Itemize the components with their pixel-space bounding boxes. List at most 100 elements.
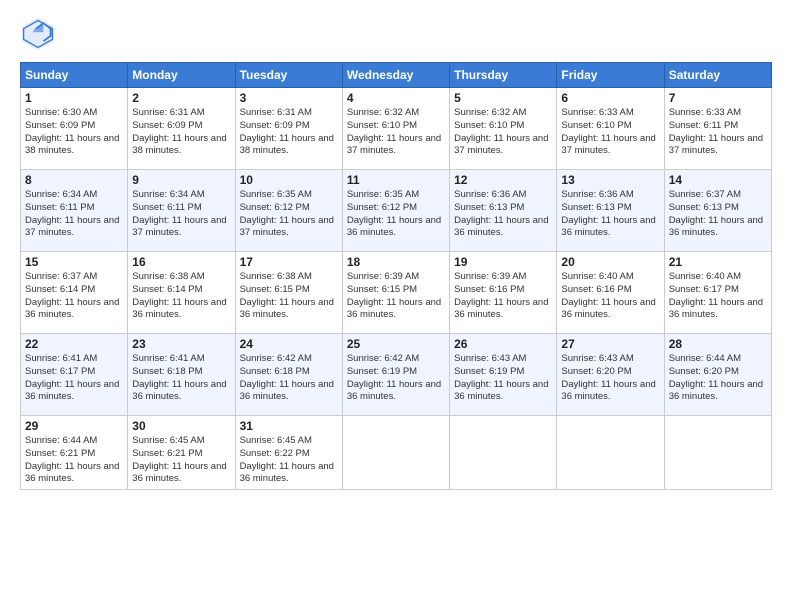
calendar-cell: 3 Sunrise: 6:31 AMSunset: 6:09 PMDayligh… [235,88,342,170]
calendar-cell: 8 Sunrise: 6:34 AMSunset: 6:11 PMDayligh… [21,170,128,252]
weekday-header-friday: Friday [557,63,664,88]
header [20,16,772,52]
calendar-cell: 12 Sunrise: 6:36 AMSunset: 6:13 PMDaylig… [450,170,557,252]
calendar-cell: 25 Sunrise: 6:42 AMSunset: 6:19 PMDaylig… [342,334,449,416]
day-number: 5 [454,91,552,105]
day-number: 21 [669,255,767,269]
weekday-header-row: SundayMondayTuesdayWednesdayThursdayFrid… [21,63,772,88]
page: SundayMondayTuesdayWednesdayThursdayFrid… [0,0,792,612]
day-number: 29 [25,419,123,433]
day-info: Sunrise: 6:32 AMSunset: 6:10 PMDaylight:… [454,107,548,156]
calendar-cell: 30 Sunrise: 6:45 AMSunset: 6:21 PMDaylig… [128,416,235,490]
day-number: 22 [25,337,123,351]
day-info: Sunrise: 6:41 AMSunset: 6:18 PMDaylight:… [132,353,226,402]
day-number: 8 [25,173,123,187]
calendar-cell: 31 Sunrise: 6:45 AMSunset: 6:22 PMDaylig… [235,416,342,490]
day-info: Sunrise: 6:38 AMSunset: 6:15 PMDaylight:… [240,271,334,320]
day-info: Sunrise: 6:32 AMSunset: 6:10 PMDaylight:… [347,107,441,156]
logo-icon [20,16,56,52]
day-number: 18 [347,255,445,269]
calendar-cell: 4 Sunrise: 6:32 AMSunset: 6:10 PMDayligh… [342,88,449,170]
day-number: 12 [454,173,552,187]
day-info: Sunrise: 6:35 AMSunset: 6:12 PMDaylight:… [347,189,441,238]
calendar-week-1: 1 Sunrise: 6:30 AMSunset: 6:09 PMDayligh… [21,88,772,170]
calendar-cell: 10 Sunrise: 6:35 AMSunset: 6:12 PMDaylig… [235,170,342,252]
day-info: Sunrise: 6:36 AMSunset: 6:13 PMDaylight:… [454,189,548,238]
day-number: 16 [132,255,230,269]
calendar-cell: 5 Sunrise: 6:32 AMSunset: 6:10 PMDayligh… [450,88,557,170]
calendar-cell: 7 Sunrise: 6:33 AMSunset: 6:11 PMDayligh… [664,88,771,170]
calendar-cell: 14 Sunrise: 6:37 AMSunset: 6:13 PMDaylig… [664,170,771,252]
weekday-header-monday: Monday [128,63,235,88]
day-info: Sunrise: 6:30 AMSunset: 6:09 PMDaylight:… [25,107,119,156]
day-number: 23 [132,337,230,351]
day-info: Sunrise: 6:39 AMSunset: 6:16 PMDaylight:… [454,271,548,320]
calendar-cell: 21 Sunrise: 6:40 AMSunset: 6:17 PMDaylig… [664,252,771,334]
day-info: Sunrise: 6:43 AMSunset: 6:20 PMDaylight:… [561,353,655,402]
calendar-cell: 9 Sunrise: 6:34 AMSunset: 6:11 PMDayligh… [128,170,235,252]
day-number: 1 [25,91,123,105]
day-info: Sunrise: 6:34 AMSunset: 6:11 PMDaylight:… [25,189,119,238]
day-info: Sunrise: 6:45 AMSunset: 6:22 PMDaylight:… [240,435,334,484]
calendar-cell: 16 Sunrise: 6:38 AMSunset: 6:14 PMDaylig… [128,252,235,334]
day-number: 30 [132,419,230,433]
day-info: Sunrise: 6:33 AMSunset: 6:11 PMDaylight:… [669,107,763,156]
calendar-cell: 11 Sunrise: 6:35 AMSunset: 6:12 PMDaylig… [342,170,449,252]
day-info: Sunrise: 6:37 AMSunset: 6:13 PMDaylight:… [669,189,763,238]
day-number: 6 [561,91,659,105]
calendar-cell: 13 Sunrise: 6:36 AMSunset: 6:13 PMDaylig… [557,170,664,252]
calendar-week-3: 15 Sunrise: 6:37 AMSunset: 6:14 PMDaylig… [21,252,772,334]
day-info: Sunrise: 6:40 AMSunset: 6:17 PMDaylight:… [669,271,763,320]
day-number: 24 [240,337,338,351]
calendar-cell: 22 Sunrise: 6:41 AMSunset: 6:17 PMDaylig… [21,334,128,416]
calendar-cell: 26 Sunrise: 6:43 AMSunset: 6:19 PMDaylig… [450,334,557,416]
day-number: 14 [669,173,767,187]
day-info: Sunrise: 6:31 AMSunset: 6:09 PMDaylight:… [240,107,334,156]
calendar-cell [557,416,664,490]
calendar-cell [664,416,771,490]
day-number: 9 [132,173,230,187]
calendar-cell: 1 Sunrise: 6:30 AMSunset: 6:09 PMDayligh… [21,88,128,170]
calendar-cell: 6 Sunrise: 6:33 AMSunset: 6:10 PMDayligh… [557,88,664,170]
calendar-cell: 24 Sunrise: 6:42 AMSunset: 6:18 PMDaylig… [235,334,342,416]
day-info: Sunrise: 6:37 AMSunset: 6:14 PMDaylight:… [25,271,119,320]
calendar-table: SundayMondayTuesdayWednesdayThursdayFrid… [20,62,772,490]
day-info: Sunrise: 6:34 AMSunset: 6:11 PMDaylight:… [132,189,226,238]
weekday-header-thursday: Thursday [450,63,557,88]
day-number: 20 [561,255,659,269]
calendar-cell [450,416,557,490]
calendar-cell: 2 Sunrise: 6:31 AMSunset: 6:09 PMDayligh… [128,88,235,170]
day-number: 2 [132,91,230,105]
weekday-header-tuesday: Tuesday [235,63,342,88]
day-info: Sunrise: 6:42 AMSunset: 6:19 PMDaylight:… [347,353,441,402]
day-info: Sunrise: 6:40 AMSunset: 6:16 PMDaylight:… [561,271,655,320]
day-info: Sunrise: 6:42 AMSunset: 6:18 PMDaylight:… [240,353,334,402]
day-number: 15 [25,255,123,269]
day-number: 19 [454,255,552,269]
calendar-cell: 17 Sunrise: 6:38 AMSunset: 6:15 PMDaylig… [235,252,342,334]
day-info: Sunrise: 6:38 AMSunset: 6:14 PMDaylight:… [132,271,226,320]
calendar-week-4: 22 Sunrise: 6:41 AMSunset: 6:17 PMDaylig… [21,334,772,416]
logo [20,16,60,52]
day-info: Sunrise: 6:31 AMSunset: 6:09 PMDaylight:… [132,107,226,156]
day-info: Sunrise: 6:43 AMSunset: 6:19 PMDaylight:… [454,353,548,402]
calendar-cell: 23 Sunrise: 6:41 AMSunset: 6:18 PMDaylig… [128,334,235,416]
calendar-week-5: 29 Sunrise: 6:44 AMSunset: 6:21 PMDaylig… [21,416,772,490]
calendar-cell: 18 Sunrise: 6:39 AMSunset: 6:15 PMDaylig… [342,252,449,334]
day-info: Sunrise: 6:45 AMSunset: 6:21 PMDaylight:… [132,435,226,484]
day-number: 17 [240,255,338,269]
calendar-cell: 28 Sunrise: 6:44 AMSunset: 6:20 PMDaylig… [664,334,771,416]
calendar-cell: 19 Sunrise: 6:39 AMSunset: 6:16 PMDaylig… [450,252,557,334]
day-number: 31 [240,419,338,433]
weekday-header-saturday: Saturday [664,63,771,88]
day-number: 25 [347,337,445,351]
day-info: Sunrise: 6:36 AMSunset: 6:13 PMDaylight:… [561,189,655,238]
day-info: Sunrise: 6:41 AMSunset: 6:17 PMDaylight:… [25,353,119,402]
day-number: 11 [347,173,445,187]
weekday-header-wednesday: Wednesday [342,63,449,88]
calendar-week-2: 8 Sunrise: 6:34 AMSunset: 6:11 PMDayligh… [21,170,772,252]
day-info: Sunrise: 6:39 AMSunset: 6:15 PMDaylight:… [347,271,441,320]
calendar-cell [342,416,449,490]
day-number: 10 [240,173,338,187]
day-number: 26 [454,337,552,351]
